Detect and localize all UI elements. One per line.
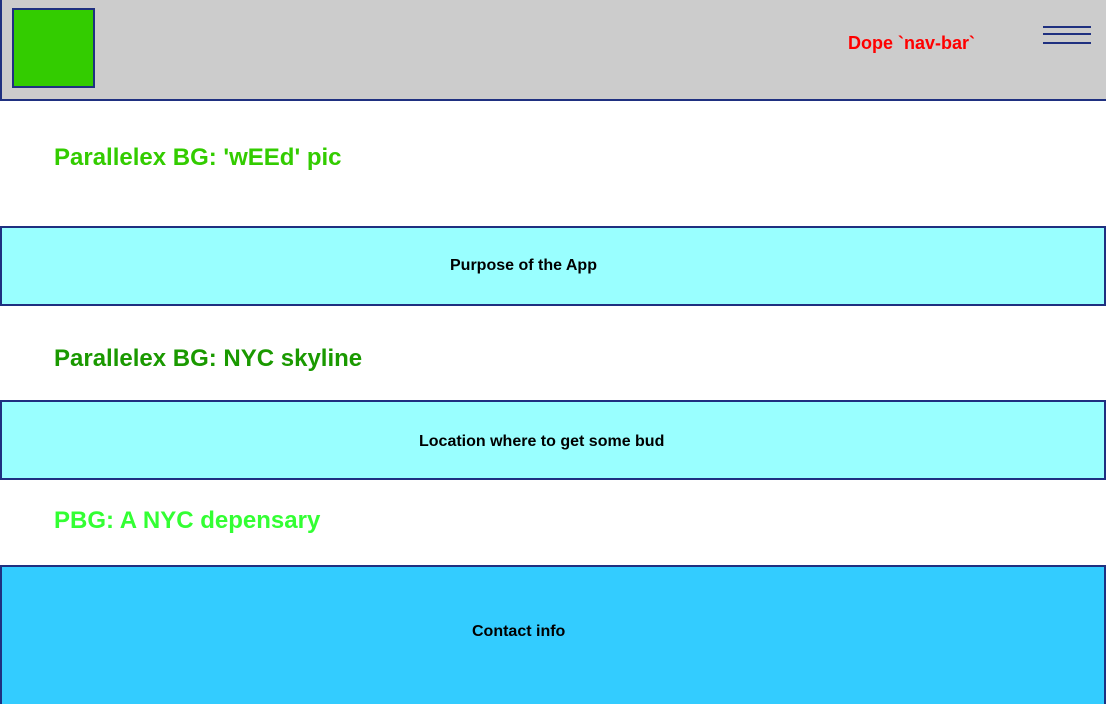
purpose-label: Purpose of the App (450, 257, 597, 274)
location-label: Location where to get some bud (419, 433, 665, 450)
menu-line (1043, 33, 1091, 35)
location-section: Location where to get some bud (0, 400, 1106, 480)
nav-bar-title: Dope `nav-bar` (848, 33, 976, 53)
contact-section: Contact info (0, 565, 1106, 704)
menu-line (1043, 42, 1091, 44)
menu-line (1043, 26, 1091, 28)
section-heading-weed-pic: Parallelex BG: 'wEEd' pic (54, 144, 342, 171)
section-heading-nyc-skyline: Parallelex BG: NYC skyline (54, 345, 363, 372)
section-heading-dispensary: PBG: A NYC depensary (54, 507, 321, 534)
purpose-section: Purpose of the App (0, 226, 1106, 306)
nav-bar: Dope `nav-bar` (0, 0, 1106, 101)
hamburger-menu-icon[interactable] (1042, 24, 1092, 46)
contact-label: Contact info (472, 623, 566, 640)
logo[interactable] (12, 8, 95, 88)
